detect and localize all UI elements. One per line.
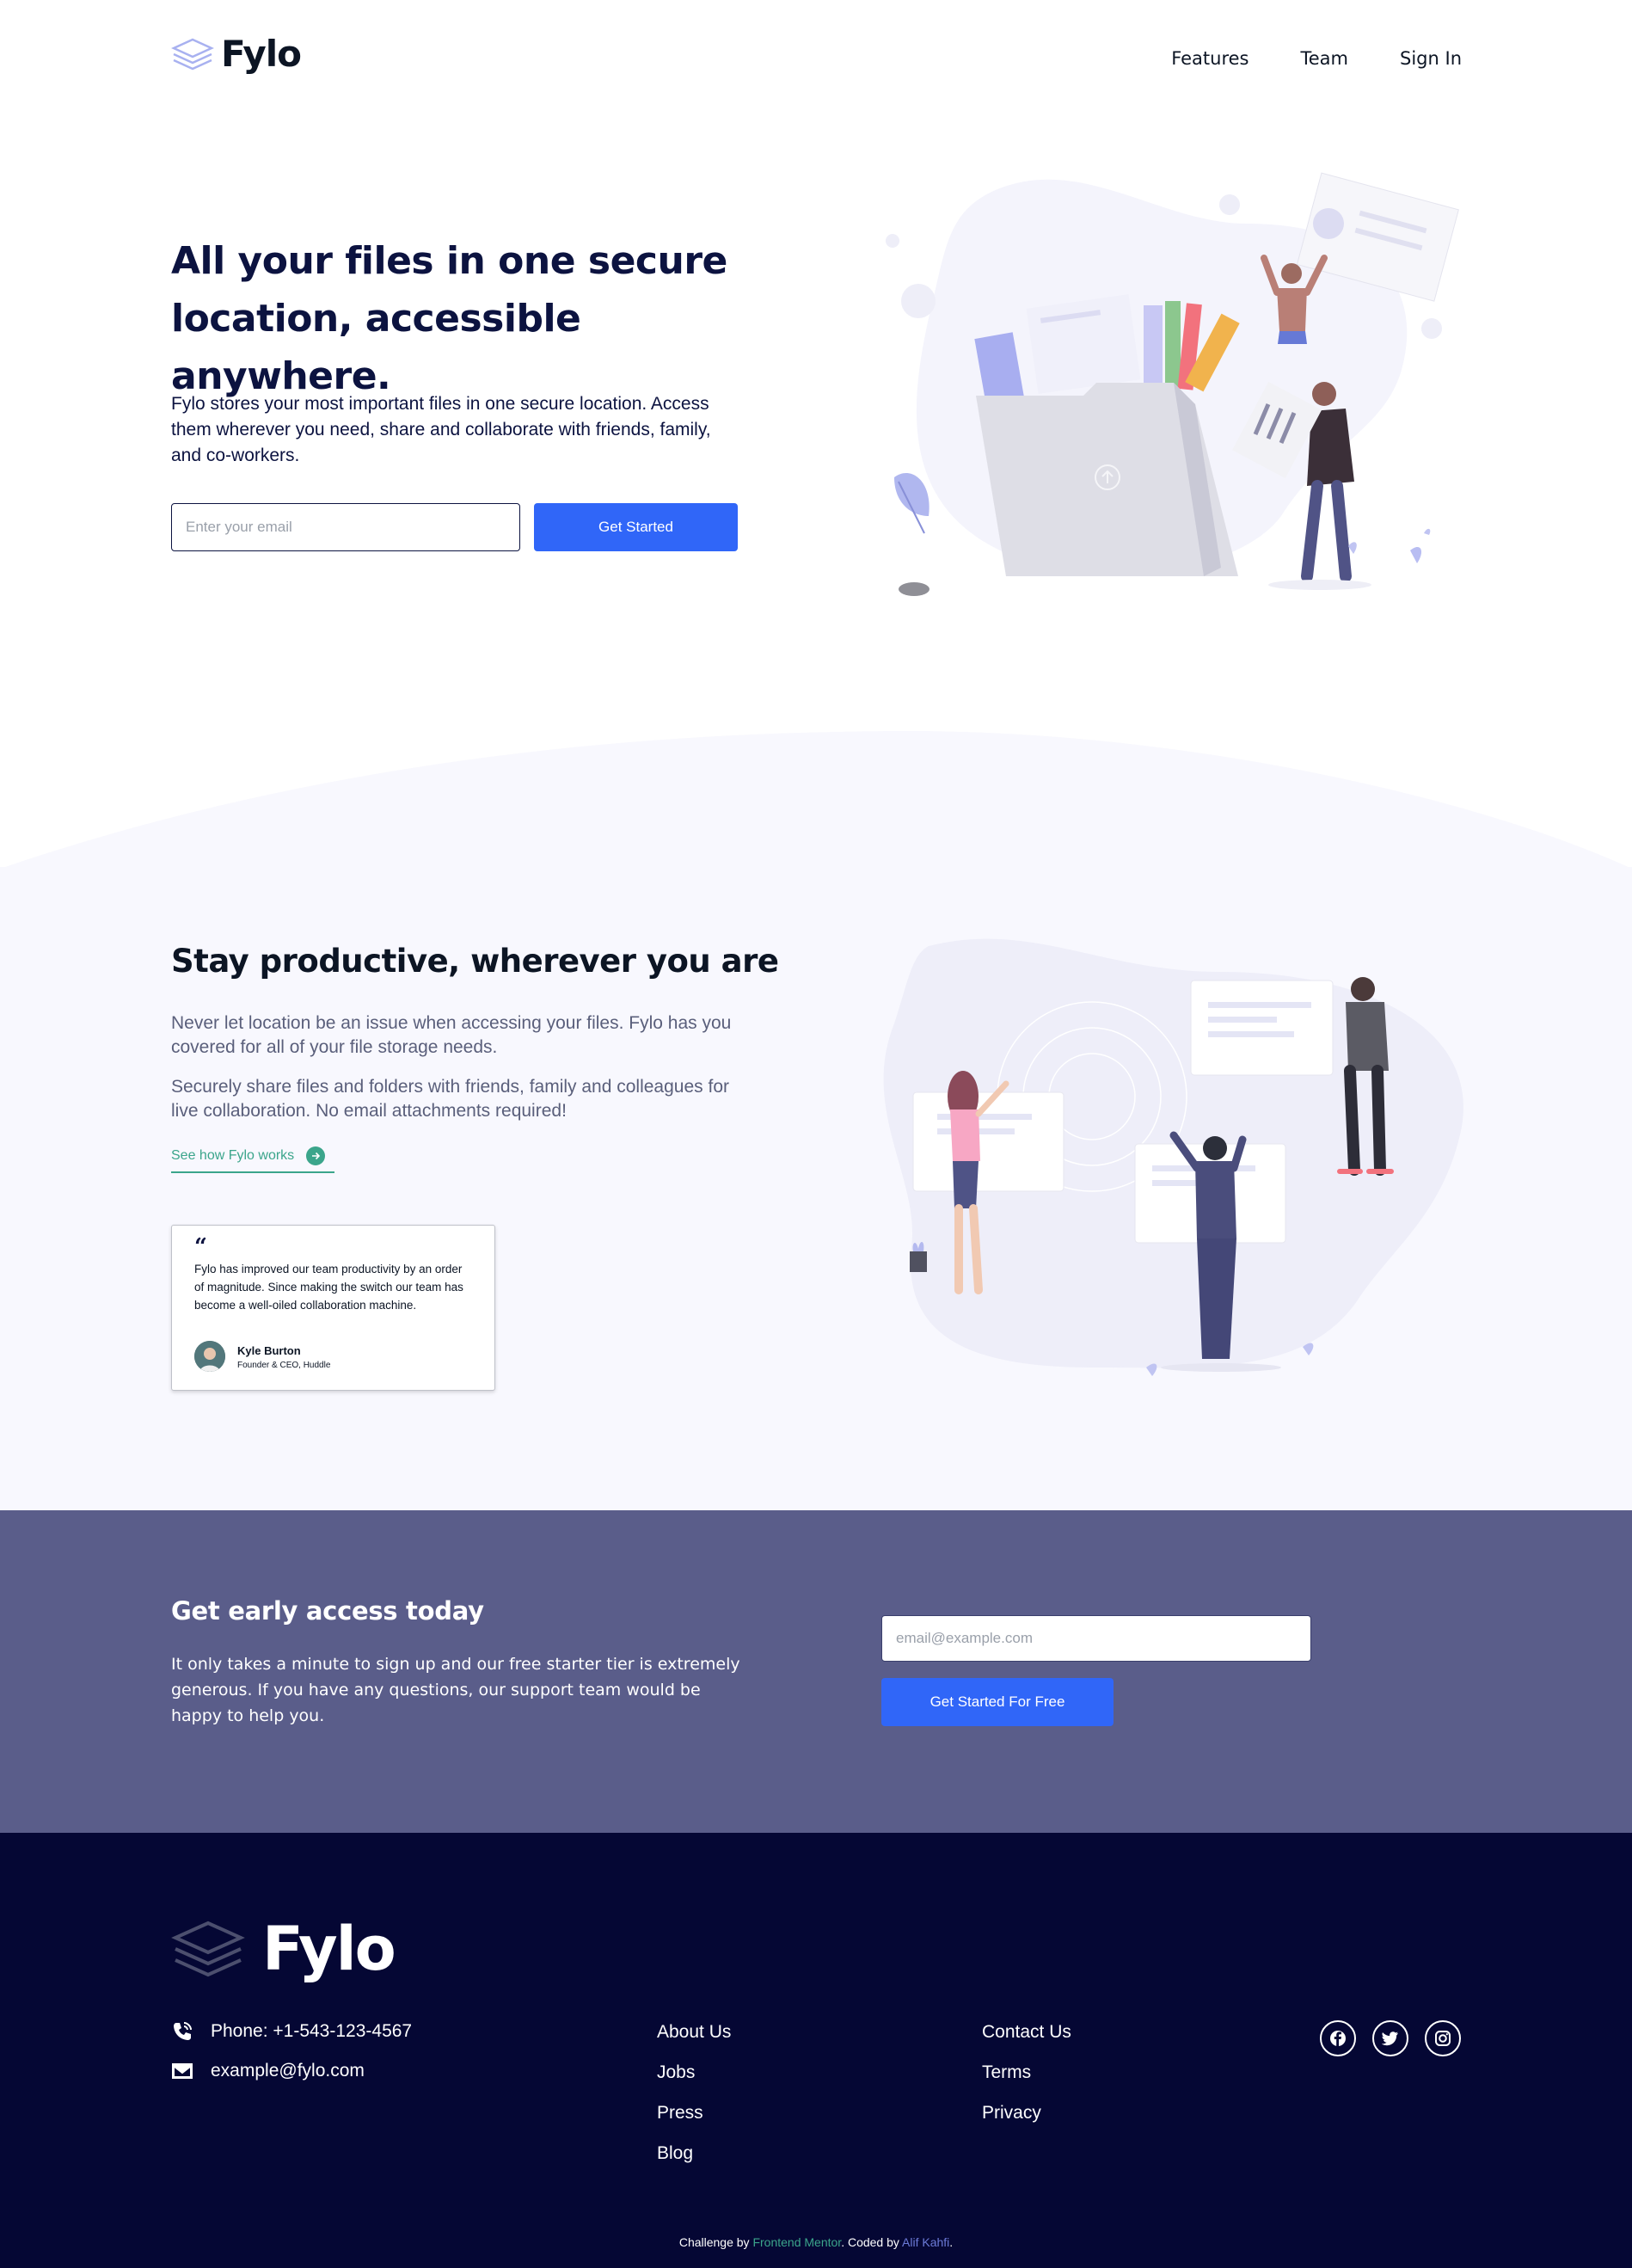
- nav-features[interactable]: Features: [1171, 48, 1249, 69]
- instagram-icon[interactable]: [1425, 2020, 1461, 2056]
- footer-email: example@fylo.com: [171, 2061, 365, 2081]
- attribution: Challenge by Frontend Mentor. Coded by A…: [0, 2235, 1632, 2249]
- footer-links-col-2: Contact Us Terms Privacy: [982, 2022, 1071, 2123]
- logo-icon: [171, 38, 214, 70]
- productive-paragraph-1: Never let location be an issue when acce…: [171, 1013, 732, 1057]
- footer-links-col-1: About Us Jobs Press Blog: [657, 2022, 731, 2163]
- footer-email-text: example@fylo.com: [211, 2061, 365, 2081]
- get-started-free-button[interactable]: Get Started For Free: [881, 1678, 1114, 1726]
- footer-link-privacy[interactable]: Privacy: [982, 2103, 1071, 2123]
- logo-text: Fylo: [221, 33, 302, 75]
- attribution-prefix: Challenge by: [678, 2235, 753, 2249]
- quote-icon: “: [194, 1234, 207, 1260]
- hero-title: All your files in one secure location, a…: [171, 239, 727, 398]
- hero-description: Fylo stores your most important files in…: [171, 394, 711, 465]
- testimonial-name: Kyle Burton: [237, 1344, 301, 1357]
- see-how-fylo-works-link[interactable]: See how Fylo works: [171, 1140, 334, 1173]
- footer-link-about-us[interactable]: About Us: [657, 2022, 731, 2042]
- site-header: Fylo Features Team Sign In: [0, 0, 1632, 120]
- early-access-email-input[interactable]: [881, 1615, 1311, 1662]
- footer-link-press[interactable]: Press: [657, 2103, 731, 2123]
- attribution-suffix: .: [949, 2235, 954, 2249]
- productive-paragraph-2: Securely share files and folders with fr…: [171, 1077, 729, 1121]
- footer-link-jobs[interactable]: Jobs: [657, 2062, 731, 2082]
- attribution-middle: . Coded by: [841, 2235, 903, 2249]
- logo[interactable]: Fylo: [171, 33, 302, 75]
- testimonial-text: Fylo has improved our team productivity …: [194, 1263, 463, 1312]
- footer-logo-icon: [171, 1921, 245, 1977]
- nav-sign-in[interactable]: Sign In: [1400, 48, 1462, 69]
- avatar: [194, 1341, 225, 1372]
- footer-link-contact-us[interactable]: Contact Us: [982, 2022, 1071, 2042]
- testimonial-role: Founder & CEO, Huddle: [237, 1361, 331, 1370]
- productive-title: Stay productive, wherever you are: [171, 943, 779, 980]
- early-access-section: Get early access today It only takes a m…: [0, 1510, 1632, 1833]
- nav-team[interactable]: Team: [1301, 48, 1349, 69]
- email-icon: [172, 2063, 193, 2079]
- see-how-link-label: See how Fylo works: [171, 1148, 295, 1163]
- get-started-button[interactable]: Get Started: [534, 503, 738, 551]
- footer-logo[interactable]: Fylo: [171, 1914, 396, 1984]
- arrow-right-icon: [306, 1146, 326, 1165]
- early-access-title: Get early access today: [171, 1596, 484, 1626]
- footer-phone-text: Phone: +1-543-123-4567: [211, 2021, 413, 2041]
- hero-illustration: [886, 172, 1459, 596]
- phone-icon: [174, 2022, 192, 2040]
- frontend-mentor-link[interactable]: Frontend Mentor: [752, 2235, 841, 2249]
- testimonial-card: “ Fylo has improved our team productivit…: [171, 1225, 495, 1391]
- author-link[interactable]: Alif Kahfi: [902, 2235, 949, 2249]
- site-footer: Fylo Phone: +1-543-123-4567 example@fylo…: [0, 1833, 1632, 2268]
- footer-phone: Phone: +1-543-123-4567: [171, 2020, 412, 2043]
- footer-link-blog[interactable]: Blog: [657, 2143, 731, 2163]
- footer-logo-text: Fylo: [262, 1914, 396, 1984]
- twitter-icon[interactable]: [1372, 2020, 1408, 2056]
- early-access-description: It only takes a minute to sign up and ou…: [171, 1655, 740, 1725]
- productive-illustration: [883, 938, 1463, 1376]
- main-nav: Features Team Sign In: [1171, 48, 1462, 69]
- hero-email-input[interactable]: [171, 503, 520, 551]
- social-links: [1320, 2020, 1461, 2056]
- facebook-icon[interactable]: [1320, 2020, 1356, 2056]
- footer-link-terms[interactable]: Terms: [982, 2062, 1071, 2082]
